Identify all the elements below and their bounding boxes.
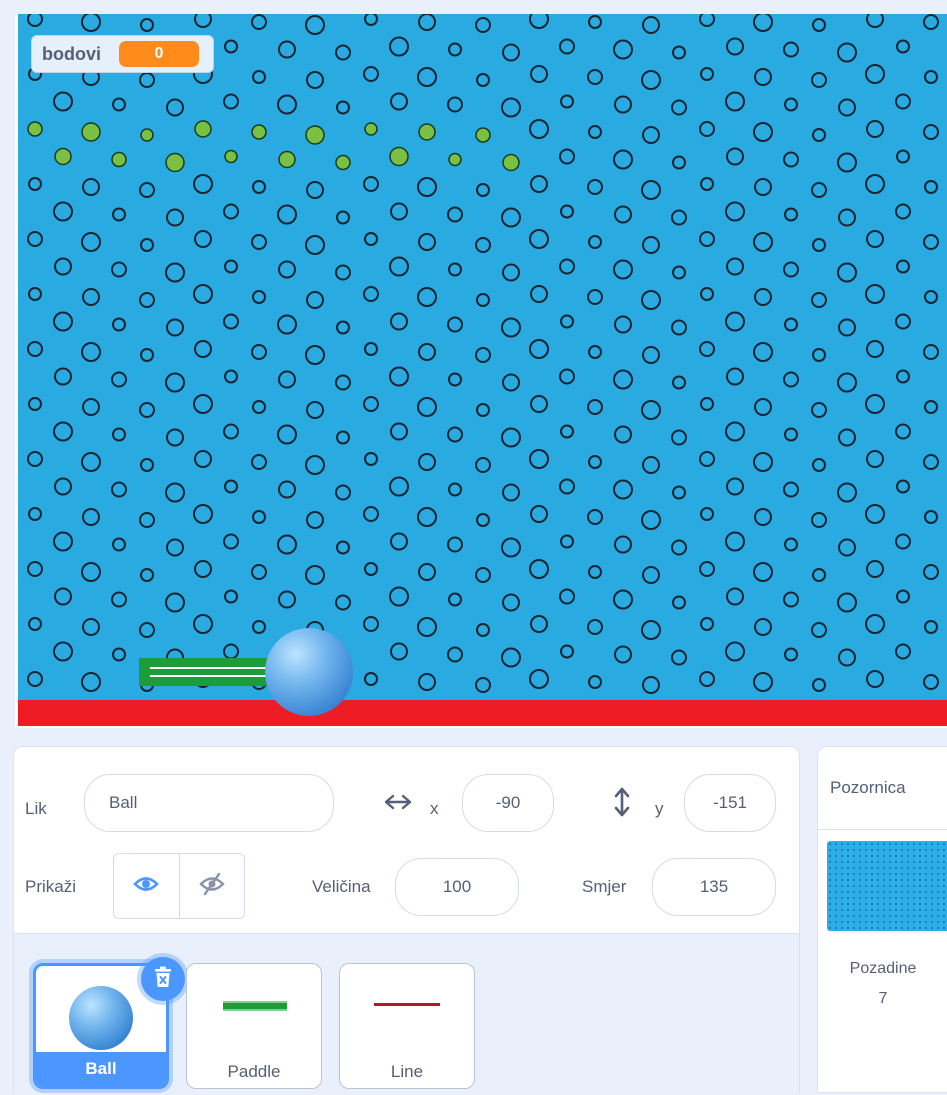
sprite-tile-paddle[interactable]: Paddle: [186, 963, 322, 1089]
stage-pane-header: Pozornica: [818, 747, 947, 830]
y-label: y: [655, 799, 664, 818]
backdrops-label: Pozadine: [849, 960, 917, 977]
eye-icon: [133, 874, 160, 899]
brick-green: [389, 146, 409, 167]
brick-green: [54, 147, 72, 166]
brick-green: [475, 127, 491, 143]
sprite-tile-line[interactable]: Line: [339, 963, 475, 1089]
direction-value: 135: [699, 877, 729, 896]
brick-green: [502, 153, 520, 172]
size-label: Veličina: [312, 877, 371, 896]
brick-green: [251, 124, 267, 140]
paddle-thumbnail: [223, 1001, 287, 1011]
sprite-name-value: Ball: [109, 793, 138, 812]
ball-sprite[interactable]: [265, 628, 353, 716]
brick-green: [418, 123, 436, 141]
variable-monitor[interactable]: bodovi 0: [31, 35, 214, 73]
direction-label: Smjer: [582, 877, 627, 896]
brick-green: [140, 128, 154, 142]
stage-target-pane[interactable]: Pozornica Pozadine 7: [817, 746, 947, 1093]
horizontal-arrows-icon: [384, 792, 412, 817]
show-label: Prikaži: [25, 877, 77, 896]
brick-green: [448, 152, 462, 167]
brick-green: [111, 151, 127, 168]
brick-green: [165, 152, 185, 173]
ball-thumbnail: [69, 986, 133, 1050]
sprite-tile-name: Line: [390, 1062, 424, 1081]
brick-green: [81, 122, 101, 142]
brick-green: [335, 154, 351, 171]
x-value: -90: [495, 793, 521, 812]
size-input[interactable]: 100: [395, 858, 519, 916]
trash-icon: [153, 966, 173, 993]
sprite-tile-name: Paddle: [227, 1062, 281, 1081]
backdrops-count: 7: [878, 990, 888, 1007]
brick-green: [224, 149, 238, 164]
monitor-value: 0: [119, 41, 199, 67]
x-coordinate-input[interactable]: -90: [462, 774, 554, 832]
brick-green: [194, 120, 212, 138]
sprite-label: Lik: [25, 799, 47, 818]
sprite-tile-name: Ball: [36, 1052, 166, 1086]
brick-green: [364, 122, 378, 136]
hide-button[interactable]: [180, 854, 245, 918]
brick-green: [27, 121, 43, 137]
monitor-label: bodovi: [42, 43, 101, 64]
x-label: x: [430, 799, 439, 818]
brick-green: [305, 125, 325, 145]
size-value: 100: [442, 877, 472, 896]
y-value: -151: [712, 793, 748, 812]
brick-green: [278, 150, 296, 169]
stage[interactable]: bodovi 0: [15, 14, 947, 728]
sprite-name-input[interactable]: Ball: [84, 774, 334, 832]
eye-slash-icon: [199, 872, 225, 901]
y-coordinate-input[interactable]: -151: [684, 774, 776, 832]
floor-line: [18, 700, 947, 726]
paddle-sprite[interactable]: [139, 658, 274, 686]
vertical-arrows-icon: [614, 787, 630, 822]
sprite-info-pane: Lik Ball x -90 y -151 Prikaži Veličina 1…: [13, 746, 800, 1095]
delete-sprite-button[interactable]: [141, 957, 185, 1001]
stage-pane-title: Pozornica: [830, 778, 906, 797]
direction-input[interactable]: 135: [652, 858, 776, 916]
sprite-info-area: Lik Ball x -90 y -151 Prikaži Veličina 1…: [14, 747, 799, 933]
line-thumbnail: [374, 1003, 440, 1006]
visibility-toggle: [113, 853, 245, 919]
stage-thumbnail[interactable]: [827, 841, 947, 931]
stage-backdrop: [18, 14, 947, 726]
show-button[interactable]: [114, 854, 180, 918]
